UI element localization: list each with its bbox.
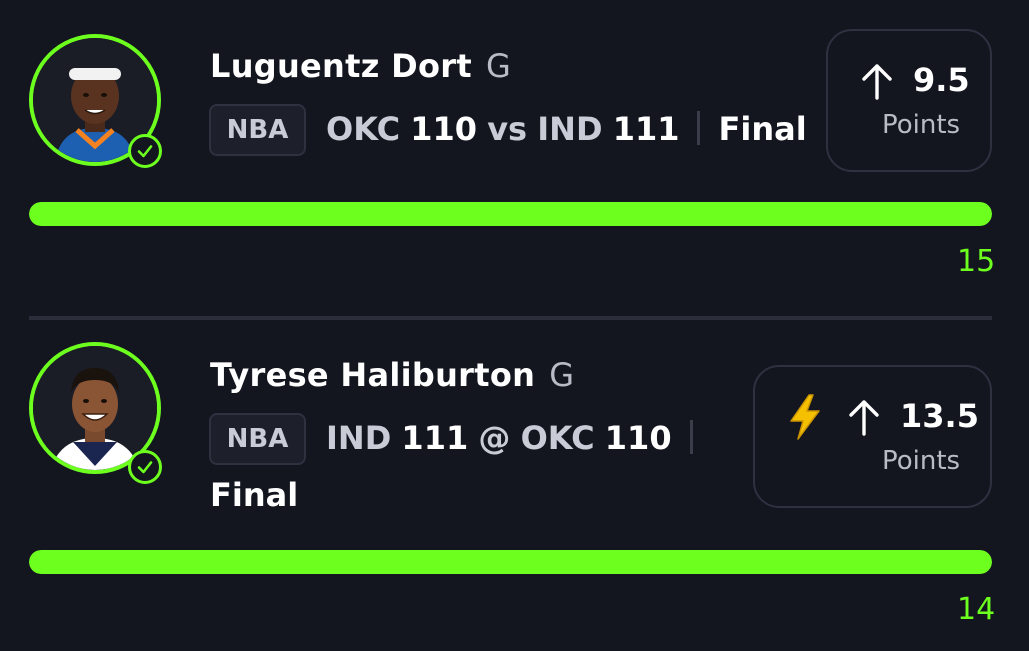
pick-card-dort[interactable]: Luguentz Dort G NBA OKC 110 vs IND 111 Fin… (0, 0, 1029, 320)
team-a: IND (326, 419, 392, 457)
arrow-up-icon (849, 400, 879, 436)
team-b: OKC (520, 419, 595, 457)
team-b: IND (537, 110, 603, 148)
player-name: Tyrese Haliburton (210, 356, 536, 394)
game-status: Final (210, 476, 299, 514)
score-a: 110 (410, 110, 478, 148)
player-avatar (29, 342, 162, 484)
progress-fill (29, 202, 992, 226)
score-b: 110 (604, 419, 672, 457)
matchup-connector: vs (487, 110, 528, 148)
score-b: 111 (612, 110, 680, 148)
player-name: Luguentz Dort (210, 47, 472, 85)
player-position: G (485, 47, 512, 85)
card-divider (29, 316, 992, 320)
game-info: OKC 110 vs IND 111 Final (326, 110, 807, 148)
separator (689, 420, 693, 454)
league-badge: NBA (209, 413, 306, 465)
progress-bar (29, 550, 992, 574)
actual-stat-value: 14 (957, 592, 996, 627)
prop-stat-label: Points (882, 446, 961, 476)
player-name-line: Tyrese Haliburton G (210, 356, 574, 394)
league-badge: NBA (209, 104, 306, 156)
separator (697, 111, 701, 145)
team-a: OKC (326, 110, 401, 148)
score-a: 111 (401, 419, 469, 457)
prop-line-value: 13.5 (900, 397, 979, 435)
arrow-up-icon (862, 64, 892, 100)
game-status: Final (718, 110, 807, 148)
game-info: IND 111 @ OKC 110 (326, 419, 711, 457)
matchup-connector: @ (478, 419, 511, 457)
prop-line-value: 9.5 (913, 61, 970, 99)
lightning-bolt-icon (790, 394, 820, 440)
prop-stat-label: Points (882, 110, 961, 140)
player-avatar (29, 34, 162, 168)
progress-fill (29, 550, 992, 574)
actual-stat-value: 15 (957, 244, 996, 279)
player-name-line: Luguentz Dort G (210, 47, 511, 85)
progress-bar (29, 202, 992, 226)
pick-card-haliburton[interactable]: Tyrese Haliburton G NBA IND 111 @ OKC 110… (0, 330, 1029, 651)
player-position: G (549, 356, 575, 394)
hit-check-icon (128, 450, 162, 484)
prop-line-box[interactable]: 9.5 Points (826, 29, 992, 172)
prop-line-box[interactable]: 13.5 Points (753, 365, 992, 508)
hit-check-icon (128, 134, 162, 168)
